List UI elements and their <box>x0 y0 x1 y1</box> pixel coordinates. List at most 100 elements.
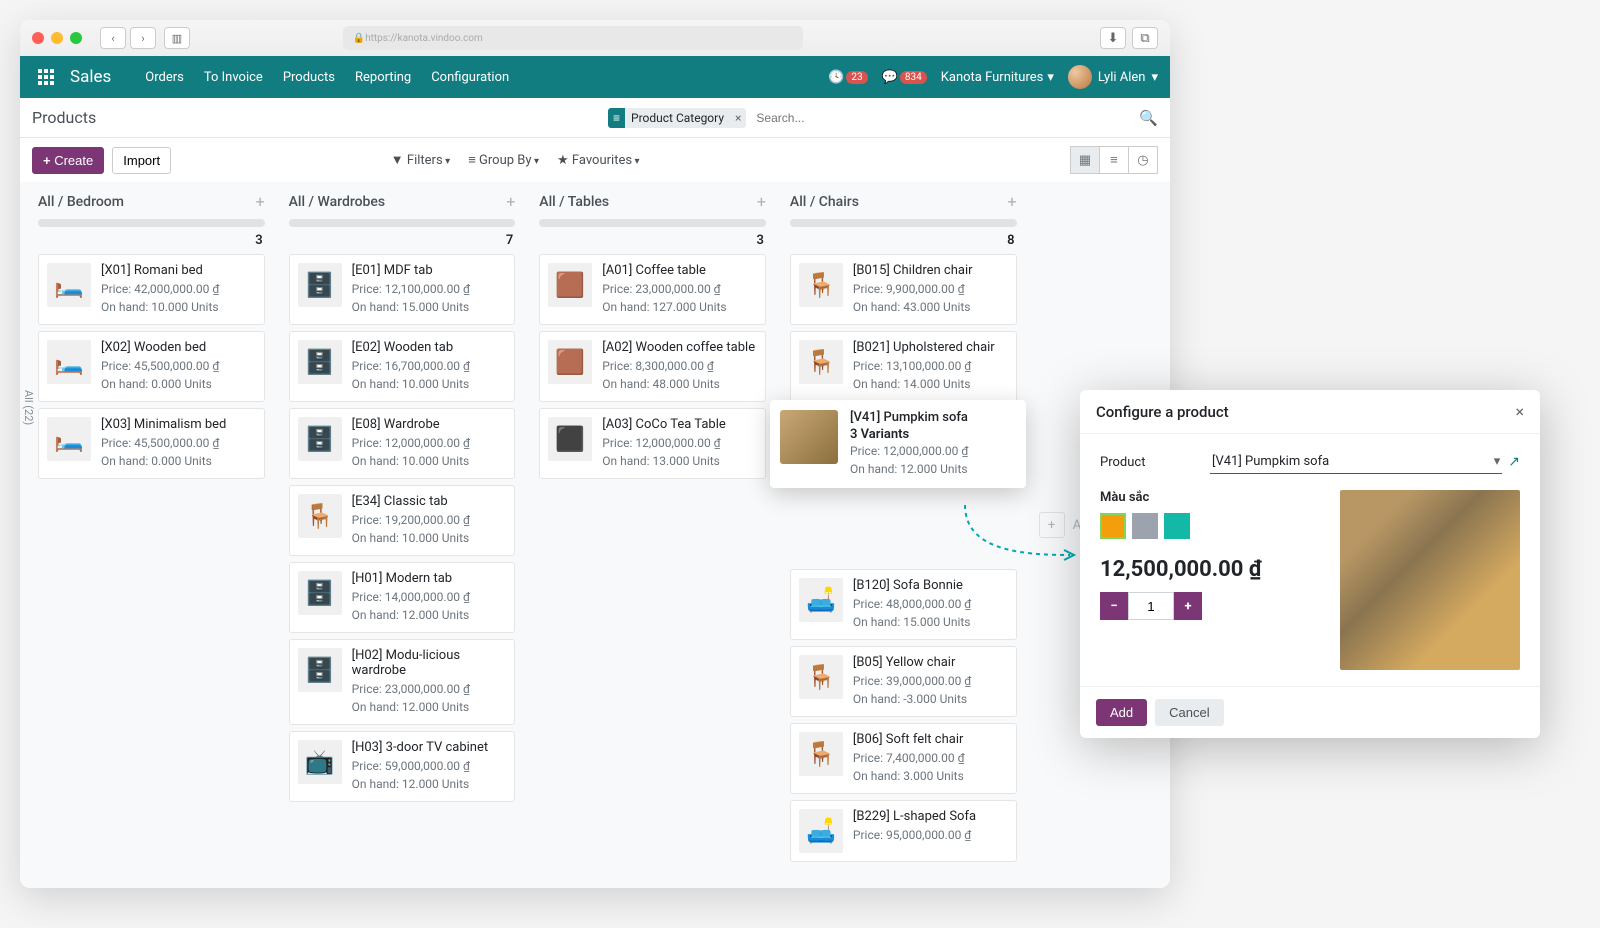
dragging-card[interactable]: [V41] Pumpkim sofa 3 Variants Price: 12,… <box>770 400 1026 488</box>
swatch-grey[interactable] <box>1132 513 1158 539</box>
qty-decrease-button[interactable]: − <box>1100 592 1128 620</box>
product-select[interactable]: [V41] Pumpkim sofa ▾ <box>1210 450 1502 474</box>
product-card[interactable]: 🛋️ [B229] L-shaped Sofa Price: 95,000,00… <box>790 800 1017 862</box>
message-badge: 834 <box>900 71 927 84</box>
product-card[interactable]: 🛏️ [X03] Minimalism bed Price: 45,500,00… <box>38 408 265 479</box>
company-selector[interactable]: Kanota Furnitures ▾ <box>941 70 1054 85</box>
tabs-icon[interactable]: ⧉ <box>1132 27 1158 49</box>
product-thumbnail <box>780 410 838 464</box>
product-card[interactable]: 📺 [H03] 3-door TV cabinet Price: 59,000,… <box>289 731 516 802</box>
search-icon[interactable]: 🔍 <box>1139 109 1158 127</box>
collapsed-column[interactable]: All (22) <box>20 382 37 433</box>
messages-button[interactable]: 💬 834 <box>882 70 927 85</box>
product-thumbnail: 🛏️ <box>47 340 91 384</box>
user-name: Lyli Alen <box>1098 70 1146 85</box>
column-progressbar <box>790 219 1017 227</box>
kanban-column: All / Wardrobes + 7 🗄️ [E01] MDF tab Pri… <box>283 182 522 868</box>
filters-dropdown[interactable]: ▼ Filters <box>391 152 450 168</box>
product-thumbnail: 🪑 <box>799 655 843 699</box>
card-title: [B015] Children chair <box>853 263 1008 278</box>
group-icon: ≡ <box>468 153 476 168</box>
import-button[interactable]: Import <box>112 147 171 174</box>
minimize-window-icon[interactable] <box>51 32 63 44</box>
sidebar-toggle-icon[interactable]: ▥ <box>164 27 190 49</box>
external-link-icon[interactable]: ↗ <box>1508 454 1520 470</box>
search-facet[interactable]: ≡ Product Category × <box>608 108 746 128</box>
product-card[interactable]: ⬛ [A03] CoCo Tea Table Price: 12,000,000… <box>539 408 766 479</box>
card-onhand: On hand: 15.000 Units <box>853 613 1008 631</box>
card-title: [A02] Wooden coffee table <box>602 340 757 355</box>
product-card[interactable]: 🗄️ [H02] Modu-licious wardrobe Price: 23… <box>289 639 516 725</box>
menu-orders[interactable]: Orders <box>135 70 194 85</box>
avatar <box>1068 65 1092 89</box>
menu-configuration[interactable]: Configuration <box>421 70 519 85</box>
product-card[interactable]: 🪑 [B015] Children chair Price: 9,900,000… <box>790 254 1017 325</box>
cancel-button[interactable]: Cancel <box>1155 699 1223 726</box>
forward-button[interactable]: › <box>130 27 156 49</box>
product-card[interactable]: 🗄️ [E01] MDF tab Price: 12,100,000.00 ₫ … <box>289 254 516 325</box>
product-card[interactable]: 🪑 [B05] Yellow chair Price: 39,000,000.0… <box>790 646 1017 717</box>
product-card[interactable]: 🟫 [A02] Wooden coffee table Price: 8,300… <box>539 331 766 402</box>
menu-to-invoice[interactable]: To Invoice <box>194 70 273 85</box>
card-onhand: On hand: 0.000 Units <box>101 375 256 393</box>
kanban-column: All / Tables + 3 🟫 [A01] Coffee table Pr… <box>533 182 772 868</box>
activities-button[interactable]: 🕓 23 <box>828 70 867 85</box>
product-card[interactable]: 🗄️ [E08] Wardrobe Price: 12,000,000.00 ₫… <box>289 408 516 479</box>
product-card[interactable]: 🗄️ [E02] Wooden tab Price: 16,700,000.00… <box>289 331 516 402</box>
variant-count: 3 Variants <box>850 427 968 442</box>
product-card[interactable]: 🛏️ [X02] Wooden bed Price: 45,500,000.00… <box>38 331 265 402</box>
card-title: [B120] Sofa Bonnie <box>853 578 1008 593</box>
list-view-button[interactable]: ≡ <box>1099 146 1129 174</box>
close-window-icon[interactable] <box>32 32 44 44</box>
column-quick-add-icon[interactable]: + <box>757 192 766 211</box>
add-button[interactable]: Add <box>1096 699 1147 726</box>
activity-view-button[interactable]: ◷ <box>1128 146 1158 174</box>
user-menu[interactable]: Lyli Alen ▾ <box>1068 65 1158 89</box>
column-quick-add-icon[interactable]: + <box>506 192 515 211</box>
create-button[interactable]: Create <box>32 147 104 174</box>
maximize-window-icon[interactable] <box>70 32 82 44</box>
window-controls[interactable] <box>32 32 82 44</box>
card-onhand: On hand: 0.000 Units <box>101 452 256 470</box>
search-input[interactable] <box>752 107 1133 129</box>
download-icon[interactable]: ⬇ <box>1100 27 1126 49</box>
kanban-view-button[interactable]: ▦ <box>1070 146 1100 174</box>
product-card[interactable]: 🪑 [E34] Classic tab Price: 19,200,000.00… <box>289 485 516 556</box>
app-title[interactable]: Sales <box>70 67 111 87</box>
groupby-dropdown[interactable]: ≡ Group By <box>468 152 539 168</box>
card-price: Price: 45,500,000.00 ₫ <box>101 434 256 452</box>
remove-facet-icon[interactable]: × <box>730 111 746 125</box>
menu-products[interactable]: Products <box>273 70 345 85</box>
back-button[interactable]: ‹ <box>100 27 126 49</box>
product-card[interactable]: 🗄️ [H01] Modern tab Price: 14,000,000.00… <box>289 562 516 633</box>
card-onhand: On hand: 127.000 Units <box>602 298 757 316</box>
column-count: 7 <box>283 231 522 254</box>
close-icon[interactable]: × <box>1515 402 1524 421</box>
product-thumbnail: 🟫 <box>548 263 592 307</box>
product-thumbnail: 🪑 <box>799 263 843 307</box>
favourites-dropdown[interactable]: ★ Favourites <box>557 153 640 168</box>
swatch-orange[interactable] <box>1100 513 1126 539</box>
qty-increase-button[interactable]: + <box>1174 592 1202 620</box>
column-quick-add-icon[interactable]: + <box>1007 192 1016 211</box>
apps-launcher-icon[interactable] <box>32 63 60 91</box>
product-card[interactable]: 🛋️ [B120] Sofa Bonnie Price: 48,000,000.… <box>790 569 1017 640</box>
product-thumbnail: 🛋️ <box>799 578 843 622</box>
card-title: [E01] MDF tab <box>352 263 507 278</box>
swatch-teal[interactable] <box>1164 513 1190 539</box>
product-card[interactable]: 🟫 [A01] Coffee table Price: 23,000,000.0… <box>539 254 766 325</box>
card-price: Price: 16,700,000.00 ₫ <box>352 357 507 375</box>
product-thumbnail: 🗄️ <box>298 648 342 692</box>
product-card[interactable]: 🪑 [B06] Soft felt chair Price: 7,400,000… <box>790 723 1017 794</box>
qty-input[interactable] <box>1128 592 1174 620</box>
menu-reporting[interactable]: Reporting <box>345 70 421 85</box>
column-quick-add-icon[interactable]: + <box>256 192 265 211</box>
card-price: Price: 12,000,000.00 ₫ <box>602 434 757 452</box>
card-onhand: On hand: 12.000 Units <box>850 460 968 478</box>
product-card[interactable]: 🛏️ [X01] Romani bed Price: 42,000,000.00… <box>38 254 265 325</box>
column-title: All / Chairs <box>790 194 1008 210</box>
card-onhand: On hand: 12.000 Units <box>352 698 507 716</box>
product-card[interactable]: 🪑 [B021] Upholstered chair Price: 13,100… <box>790 331 1017 402</box>
card-price: Price: 13,100,000.00 ₫ <box>853 357 1008 375</box>
url-bar[interactable]: 🔒 https://kanota.vindoo.com <box>343 26 803 50</box>
